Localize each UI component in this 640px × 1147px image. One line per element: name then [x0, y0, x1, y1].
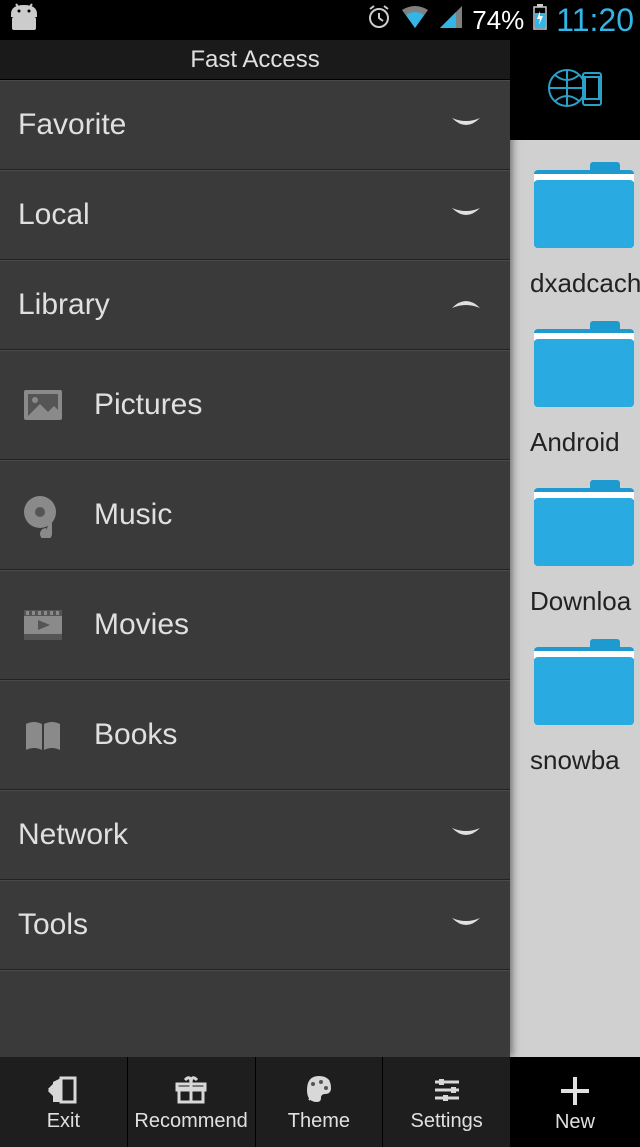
folder-icon — [530, 401, 640, 418]
fast-access-drawer: Fast Access Favorite Local Library Pictu… — [0, 40, 510, 1057]
library-books[interactable]: Books — [0, 680, 510, 790]
plus-icon — [555, 1071, 595, 1111]
section-library[interactable]: Library — [0, 260, 510, 350]
settings-button[interactable]: Settings — [383, 1057, 510, 1147]
exit-button[interactable]: Exit — [0, 1057, 128, 1147]
library-music[interactable]: Music — [0, 460, 510, 570]
button-label: Recommend — [134, 1110, 247, 1133]
battery-icon — [532, 3, 548, 38]
section-label: Library — [18, 288, 110, 322]
globe-phone-icon[interactable] — [545, 63, 605, 118]
chevron-down-icon — [450, 204, 482, 227]
android-icon — [6, 2, 42, 39]
books-icon — [20, 712, 66, 758]
folder-item[interactable]: snowba — [510, 617, 640, 776]
library-item-label: Movies — [94, 608, 189, 642]
signal-icon — [438, 4, 464, 37]
drawer-spacer — [0, 970, 510, 1057]
alarm-icon — [366, 4, 392, 37]
section-favorite[interactable]: Favorite — [0, 80, 510, 170]
button-label: New — [555, 1111, 595, 1134]
library-item-label: Pictures — [94, 388, 202, 422]
folder-icon — [530, 560, 640, 577]
music-icon — [20, 492, 66, 538]
movies-icon — [20, 602, 66, 648]
wifi-icon — [400, 4, 430, 37]
main-area: dxadcach Android Downloa snowba Fast Acc… — [0, 40, 640, 1057]
clock-time: 11:20 — [556, 2, 634, 39]
folder-label: dxadcach — [530, 268, 640, 299]
folder-label: snowba — [530, 745, 640, 776]
pictures-icon — [20, 382, 66, 428]
screen: 74% 11:20 dxadc — [0, 0, 640, 1147]
toolbar-right — [510, 40, 640, 140]
folder-item[interactable]: Downloa — [510, 458, 640, 617]
recommend-button[interactable]: Recommend — [128, 1057, 256, 1147]
section-local[interactable]: Local — [0, 170, 510, 260]
library-movies[interactable]: Movies — [0, 570, 510, 680]
battery-percentage: 74% — [472, 5, 524, 36]
section-label: Local — [18, 198, 90, 232]
section-tools[interactable]: Tools — [0, 880, 510, 970]
folder-icon — [530, 719, 640, 736]
section-label: Favorite — [18, 108, 126, 142]
section-label: Tools — [18, 908, 88, 942]
button-label: Settings — [410, 1110, 482, 1133]
theme-button[interactable]: Theme — [256, 1057, 384, 1147]
folder-icon — [530, 242, 640, 259]
chevron-down-icon — [450, 114, 482, 137]
section-label: Network — [18, 818, 128, 852]
section-network[interactable]: Network — [0, 790, 510, 880]
folder-item[interactable]: Android — [510, 299, 640, 458]
button-label: Exit — [47, 1110, 80, 1133]
folder-label: Downloa — [530, 586, 640, 617]
folder-label: Android — [530, 427, 640, 458]
status-bar: 74% 11:20 — [0, 0, 640, 40]
chevron-down-icon — [450, 824, 482, 847]
folder-item[interactable]: dxadcach — [510, 140, 640, 299]
library-pictures[interactable]: Pictures — [0, 350, 510, 460]
bottom-bar: Exit Recommend Theme Settings New — [0, 1057, 640, 1147]
button-label: Theme — [288, 1110, 350, 1133]
folder-list[interactable]: dxadcach Android Downloa snowba — [510, 40, 640, 1057]
chevron-down-icon — [450, 914, 482, 937]
library-item-label: Books — [94, 718, 177, 752]
drawer-title: Fast Access — [0, 40, 510, 80]
chevron-up-icon — [450, 294, 482, 317]
new-button[interactable]: New — [510, 1057, 640, 1147]
library-item-label: Music — [94, 498, 172, 532]
